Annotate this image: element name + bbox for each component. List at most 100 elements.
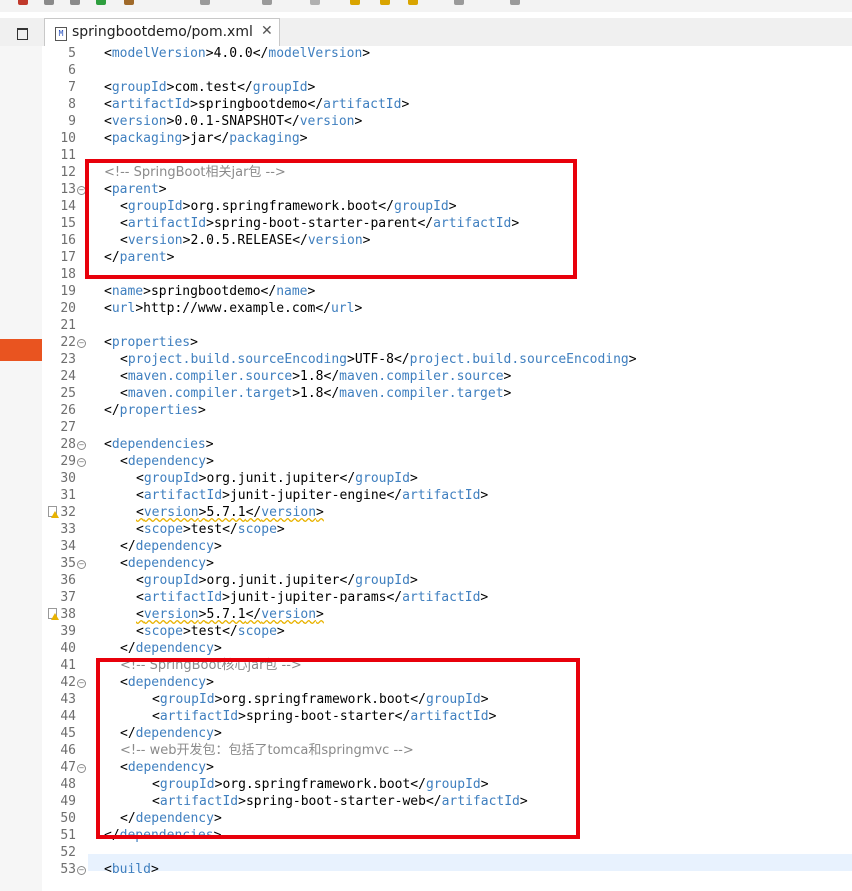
fold-toggle-icon[interactable]: − xyxy=(77,441,86,450)
code-line[interactable]: 22− <properties> xyxy=(0,334,852,351)
xml-bracket: > xyxy=(197,403,206,418)
code-text: <groupId>com.test</groupId> xyxy=(104,79,315,96)
xml-tag-name: properties xyxy=(111,335,191,350)
code-line[interactable]: 6 xyxy=(0,62,852,79)
fold-toggle-icon[interactable]: − xyxy=(77,560,86,569)
close-icon[interactable]: ✕ xyxy=(261,23,273,39)
xml-tag-name: version xyxy=(143,505,199,520)
code-line[interactable]: 25 <maven.compiler.target>1.8</maven.comp… xyxy=(0,385,852,402)
xml-bracket: > xyxy=(143,284,151,299)
code-line[interactable]: 26 </properties> xyxy=(0,402,852,419)
toolbar-icon[interactable] xyxy=(310,0,320,5)
code-line[interactable]: 10 <packaging>jar</packaging> xyxy=(0,130,852,147)
code-line[interactable]: 40 </dependency> xyxy=(0,640,852,657)
toolbar-icon[interactable] xyxy=(70,0,80,5)
code-line[interactable]: 37 <artifactId>junit-jupiter-params</arti… xyxy=(0,589,852,606)
toolbar-icon[interactable] xyxy=(44,0,54,5)
toolbar-icon[interactable] xyxy=(200,0,210,5)
code-line[interactable]: 35− <dependency> xyxy=(0,555,852,572)
xml-bracket: < xyxy=(104,301,112,316)
highlight-box-parent xyxy=(85,159,577,279)
xml-bracket: < xyxy=(136,471,144,486)
code-line[interactable]: 30 <groupId>org.junit.jupiter</groupId> xyxy=(0,470,852,487)
xml-tag-name: groupId xyxy=(252,80,308,95)
code-line[interactable]: 39 <scope>test</scope> xyxy=(0,623,852,640)
code-text: <dependencies> xyxy=(104,436,214,453)
code-line[interactable]: 52 xyxy=(0,844,852,861)
toolbar-icon[interactable] xyxy=(18,0,28,5)
xml-bracket: > xyxy=(222,590,230,605)
fold-toggle-icon[interactable]: − xyxy=(77,458,86,467)
code-line[interactable]: 23 <project.build.sourceEncoding>UTF-8</p… xyxy=(0,351,852,368)
code-line[interactable]: 24 <maven.compiler.source>1.8</maven.comp… xyxy=(0,368,852,385)
code-line[interactable]: 31 <artifactId>junit-jupiter-engine</arti… xyxy=(0,487,852,504)
xml-tag-name: maven.compiler.target xyxy=(127,386,293,401)
xml-text: springbootdemo xyxy=(197,97,308,112)
xml-bracket: </ xyxy=(284,114,300,129)
xml-bracket: < xyxy=(120,352,128,367)
code-line[interactable]: 32 <version>5.7.1</version> xyxy=(0,504,852,521)
code-text: <version>0.0.1-SNAPSHOT</version> xyxy=(104,113,362,130)
line-number: 11 xyxy=(60,148,76,163)
xml-text: 5.7.1 xyxy=(206,607,246,622)
xml-tag-name: groupId xyxy=(111,80,167,95)
code-line[interactable]: 5 <modelVersion>4.0.0</modelVersion> xyxy=(0,45,852,62)
fold-toggle-icon[interactable]: − xyxy=(77,764,86,773)
warning-icon[interactable] xyxy=(48,506,59,518)
xml-bracket: < xyxy=(120,454,128,469)
code-line[interactable]: 33 <scope>test</scope> xyxy=(0,521,852,538)
xml-tag-name: name xyxy=(276,284,308,299)
xml-text: UTF-8 xyxy=(354,352,394,367)
toolbar-icon[interactable] xyxy=(262,0,272,5)
xml-text: jar xyxy=(190,131,214,146)
xml-bracket: < xyxy=(104,131,112,146)
toolbar-icon[interactable] xyxy=(380,0,390,5)
code-line[interactable]: 27 xyxy=(0,419,852,436)
xml-tag-name: maven.compiler.source xyxy=(127,369,293,384)
xml-bracket: > xyxy=(206,556,214,571)
code-line[interactable]: 53− <build> xyxy=(0,861,852,878)
code-line[interactable]: 36 <groupId>org.junit.jupiter</groupId> xyxy=(0,572,852,589)
fold-toggle-icon[interactable]: − xyxy=(77,866,86,875)
xml-tag-name: build xyxy=(111,862,151,877)
toolbar-icon[interactable] xyxy=(510,0,520,5)
fold-toggle-icon[interactable]: − xyxy=(77,679,86,688)
fold-toggle-icon[interactable]: − xyxy=(77,339,86,348)
xml-bracket: </ xyxy=(315,301,331,316)
xml-tag-name: dependency xyxy=(135,539,214,554)
editor-tab-pom[interactable]: M springbootdemo/pom.xml ✕ xyxy=(44,18,280,46)
code-text: <artifactId>springbootdemo</artifactId> xyxy=(104,96,409,113)
xml-tag-name: version xyxy=(299,114,355,129)
code-line[interactable]: 28− <dependencies> xyxy=(0,436,852,453)
toolbar-icon[interactable] xyxy=(96,0,106,5)
xml-bracket: </ xyxy=(323,369,340,384)
xml-tag-name: groupId xyxy=(355,573,410,588)
warning-icon[interactable] xyxy=(48,608,59,620)
code-line[interactable]: 9 <version>0.0.1-SNAPSHOT</version> xyxy=(0,113,852,130)
restore-view-icon[interactable] xyxy=(17,28,28,40)
code-line[interactable]: 8 <artifactId>springbootdemo</artifactId> xyxy=(0,96,852,113)
code-line[interactable]: 34 </dependency> xyxy=(0,538,852,555)
toolbar-icon[interactable] xyxy=(454,0,464,5)
line-number: 43 xyxy=(60,692,76,707)
toolbar-icon[interactable] xyxy=(124,0,134,5)
code-line[interactable]: 29− <dependency> xyxy=(0,453,852,470)
line-number: 39 xyxy=(60,624,76,639)
code-line[interactable]: 19 <name>springbootdemo</name> xyxy=(0,283,852,300)
code-line[interactable]: 20 <url>http://www.example.com</url> xyxy=(0,300,852,317)
code-line[interactable]: 21 xyxy=(0,317,852,334)
xml-bracket: < xyxy=(104,335,112,350)
code-line[interactable]: 7 <groupId>com.test</groupId> xyxy=(0,79,852,96)
toolbar-icon[interactable] xyxy=(350,0,360,5)
xml-bracket: < xyxy=(136,607,144,622)
xml-tag-name: artifactId xyxy=(143,488,223,503)
code-line[interactable]: 38 <version>5.7.1</version> xyxy=(0,606,852,623)
toolbar-icon[interactable] xyxy=(408,0,418,5)
line-number: 33 xyxy=(60,522,76,537)
code-text: </dependency> xyxy=(120,538,222,555)
xml-bracket: </ xyxy=(222,522,238,537)
xml-bracket: </ xyxy=(386,488,403,503)
code-text: </properties> xyxy=(104,402,206,419)
line-number: 25 xyxy=(60,386,76,401)
xml-tag-name: url xyxy=(330,301,355,316)
